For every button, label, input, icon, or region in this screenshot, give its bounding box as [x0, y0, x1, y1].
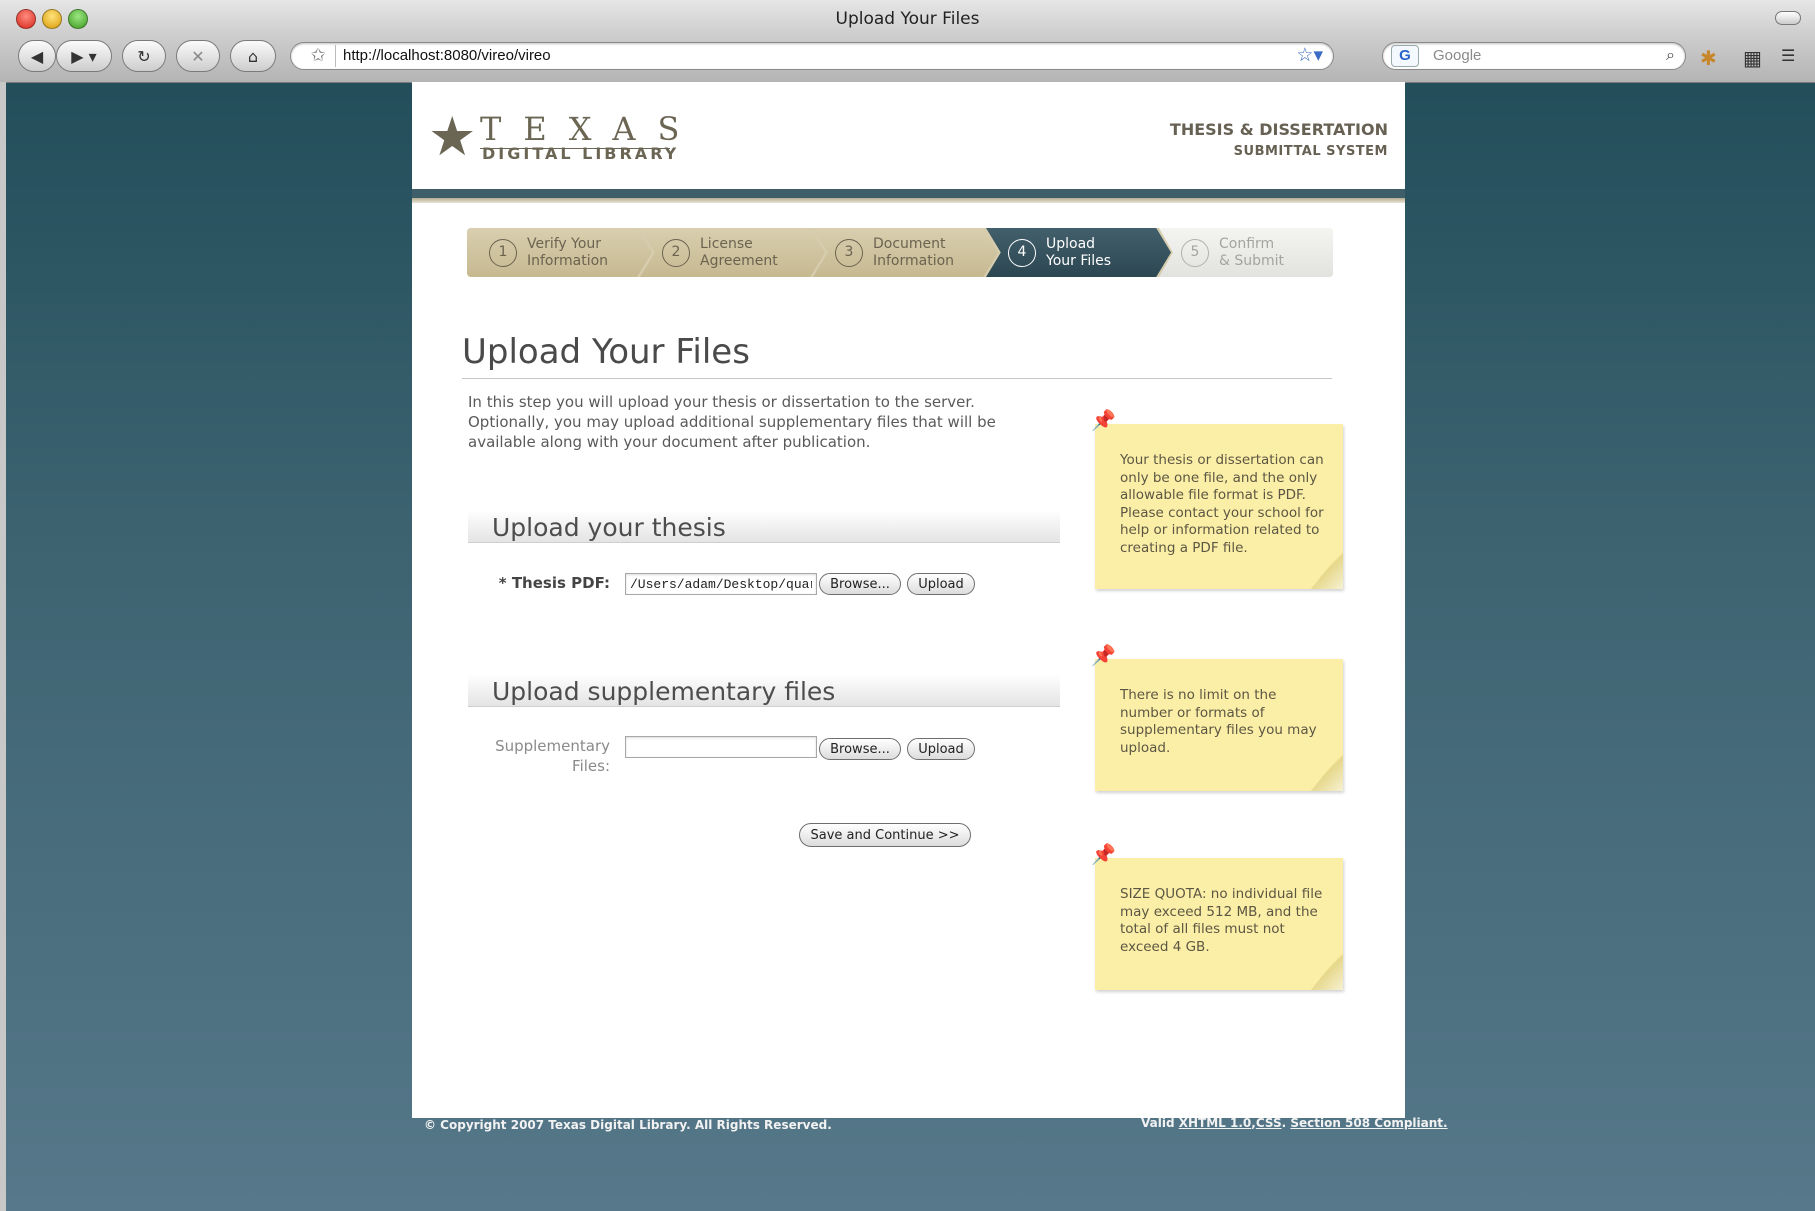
page-curl: [1311, 950, 1343, 990]
window-title: Upload Your Files: [835, 9, 980, 29]
step-number: 1: [489, 238, 517, 267]
valid-prefix: Valid: [1141, 1116, 1179, 1130]
url-text: http://localhost:8080/vireo/vireo: [343, 47, 551, 64]
back-button[interactable]: ◀: [18, 40, 56, 72]
thesis-browse-button[interactable]: Browse...: [819, 573, 901, 595]
step-label: Upload Your Files: [1046, 235, 1112, 269]
supplementary-section-title: Upload supplementary files: [492, 677, 836, 706]
thesis-file-input[interactable]: [625, 573, 817, 595]
validation-links: Valid XHTML 1.0,CSS. Section 508 Complia…: [1141, 1116, 1448, 1130]
css-link[interactable]: CSS: [1256, 1116, 1282, 1130]
step-confirm-submit: 5 Confirm & Submit: [1159, 228, 1333, 277]
system-title: THESIS & DISSERTATION: [1169, 120, 1388, 139]
address-bar[interactable]: ✩ http://localhost:8080/vireo/vireo ☆▾: [290, 42, 1334, 70]
progress-steps: 1 Verify Your Information 2 License Agreem…: [467, 228, 1333, 277]
bookmark-star-icon[interactable]: ☆▾: [1296, 44, 1323, 66]
search-icon[interactable]: ⌕: [1666, 45, 1675, 65]
search-engine-icon[interactable]: G: [1391, 45, 1419, 67]
supplementary-upload-button[interactable]: Upload: [907, 738, 975, 760]
logo-digital-library: DIGITAL LIBRARY: [482, 144, 680, 163]
xhtml-link[interactable]: XHTML 1.0: [1179, 1116, 1252, 1130]
logo-texas: TEXAS: [480, 110, 702, 148]
step-number: 4: [1008, 238, 1036, 267]
supplementary-browse-button[interactable]: Browse...: [819, 738, 901, 760]
copyright-text: © Copyright 2007 Texas Digital Library. …: [424, 1118, 832, 1132]
window-edge: [0, 82, 6, 1211]
reload-icon: ↻: [137, 46, 151, 66]
note-supplementary-files: 📌 There is no limit on the number or for…: [1091, 643, 1343, 791]
step-license-agreement[interactable]: 2 License Agreement: [640, 228, 825, 277]
header-accent-bar: [412, 198, 1405, 203]
supplementary-section-header: Upload supplementary files: [468, 674, 1060, 707]
logo-star-icon: ★: [428, 105, 477, 168]
step-upload-files[interactable]: 4 Upload Your Files: [986, 228, 1171, 277]
intro-text: In this step you will upload your thesis…: [468, 393, 996, 451]
system-subtitle: SUBMITTAL SYSTEM: [1233, 144, 1388, 159]
page-title: Upload Your Files: [462, 332, 750, 372]
step-label: Verify Your Information: [527, 235, 609, 269]
firebug-icon[interactable]: ✱: [1700, 46, 1717, 70]
home-icon: ⌂: [247, 46, 259, 66]
note-text: Your thesis or dissertation can only be …: [1120, 452, 1324, 556]
pushpin-icon: 📌: [1091, 643, 1116, 667]
thesis-section-title: Upload your thesis: [492, 513, 726, 542]
note-pdf-format: 📌 Your thesis or dissertation can only b…: [1091, 408, 1343, 589]
step-number: 5: [1181, 238, 1209, 267]
note-size-quota: 📌 SIZE QUOTA: no individual file may exc…: [1091, 842, 1343, 990]
section-508-link[interactable]: Section 508 Compliant.: [1290, 1116, 1447, 1130]
extension-icon[interactable]: ▦: [1743, 46, 1762, 70]
thesis-section-header: Upload your thesis: [468, 510, 1060, 543]
header-bar: [412, 189, 1405, 198]
browser-toolbar: Upload Your Files ◀ ▶ ▾ ↻ ✕ ⌂ ✩ http://l…: [0, 0, 1815, 83]
note-text: SIZE QUOTA: no individual file may excee…: [1120, 886, 1323, 955]
search-placeholder: Google: [1433, 47, 1482, 64]
thesis-upload-button[interactable]: Upload: [907, 573, 975, 595]
step-number: 3: [835, 238, 863, 267]
note-text: There is no limit on the number or forma…: [1120, 687, 1317, 756]
forward-arrow-icon: ▶ ▾: [71, 46, 97, 66]
step-label: Document Information: [873, 235, 955, 269]
stop-button[interactable]: ✕: [176, 40, 220, 72]
reload-button[interactable]: ↻: [122, 40, 166, 72]
bookmark-favicon-icon: ✩: [301, 45, 336, 67]
toolbar-toggle-button[interactable]: [1775, 11, 1801, 25]
supplementary-file-input[interactable]: [625, 736, 817, 758]
step-verify-information[interactable]: 1 Verify Your Information: [467, 228, 652, 277]
step-document-information[interactable]: 3 Document Information: [813, 228, 998, 277]
page-container: ★ TEXAS DIGITAL LIBRARY THESIS & DISSERT…: [412, 82, 1405, 1118]
site-header: ★ TEXAS DIGITAL LIBRARY THESIS & DISSERT…: [412, 82, 1405, 189]
search-bar[interactable]: G Google ⌕: [1382, 42, 1686, 70]
save-and-continue-button[interactable]: Save and Continue >>: [799, 823, 971, 847]
supplementary-files-label: Supplementary Files:: [495, 737, 610, 775]
step-label: Confirm & Submit: [1219, 235, 1285, 269]
step-number: 2: [662, 238, 690, 267]
thesis-pdf-label: * Thesis PDF:: [498, 574, 610, 592]
title-divider: [462, 378, 1332, 379]
back-arrow-icon: ◀: [30, 46, 44, 66]
menu-icon[interactable]: ☰: [1781, 46, 1795, 65]
pushpin-icon: 📌: [1091, 408, 1116, 432]
pushpin-icon: 📌: [1091, 842, 1116, 866]
stop-icon: ✕: [191, 46, 205, 66]
step-label: License Agreement: [700, 235, 778, 269]
home-button[interactable]: ⌂: [230, 40, 276, 72]
forward-button[interactable]: ▶ ▾: [56, 40, 112, 72]
page-curl: [1311, 751, 1343, 791]
